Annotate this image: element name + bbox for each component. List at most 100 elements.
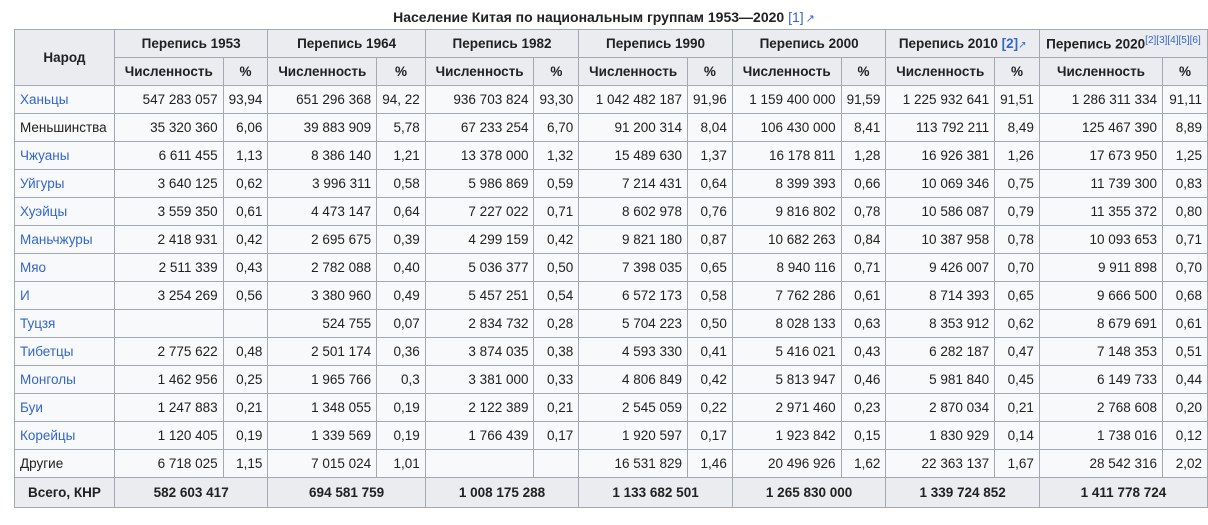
percent-cell: 0,56 xyxy=(222,281,269,310)
header-census-2020: Перепись 2020[2][3][4][5][6] xyxy=(1038,29,1208,58)
row-name-cell: Буи xyxy=(14,393,115,422)
count-cell: 17 673 950 xyxy=(1038,141,1164,170)
header-count: Численность xyxy=(1038,57,1164,86)
header-percent: % xyxy=(687,57,733,86)
table-row: Маньчжуры 2 418 931 0,42 2 695 675 0,39 4 299… xyxy=(14,225,1208,254)
people-link[interactable]: Маньчжуры xyxy=(20,232,93,247)
count-cell: 2 695 675 xyxy=(267,225,378,254)
count-cell xyxy=(113,309,224,338)
total-value-cell: 1 133 682 501 xyxy=(578,477,733,508)
count-cell: 10 586 087 xyxy=(885,197,996,226)
count-cell: 7 762 286 xyxy=(731,281,842,310)
percent-cell: 0,80 xyxy=(1162,197,1208,226)
people-link[interactable]: И xyxy=(20,288,30,303)
count-cell: 524 755 xyxy=(267,309,378,338)
caption-ref-link[interactable]: [1] xyxy=(788,9,804,25)
count-cell: 11 355 372 xyxy=(1038,197,1164,226)
count-cell: 16 531 829 xyxy=(578,449,689,478)
people-link[interactable]: Чжуаны xyxy=(20,148,69,163)
percent-cell: 8,89 xyxy=(1162,113,1208,142)
percent-cell: 91,96 xyxy=(687,85,733,114)
percent-cell: 0,28 xyxy=(533,309,580,338)
percent-cell: 0,64 xyxy=(687,169,733,198)
total-label: Всего, КНР xyxy=(14,477,115,508)
header-census-2000: Перепись 2000 xyxy=(731,29,887,58)
table-row: Монголы 1 462 956 0,25 1 965 766 0,3 3 381 00… xyxy=(14,365,1208,394)
header-count: Численность xyxy=(885,57,996,86)
header-percent: % xyxy=(840,57,887,86)
count-cell: 7 214 431 xyxy=(578,169,689,198)
header-percent: % xyxy=(533,57,580,86)
count-cell: 1 339 569 xyxy=(267,421,378,450)
count-cell: 13 378 000 xyxy=(424,141,535,170)
percent-cell: 0,33 xyxy=(533,365,580,394)
table-row: Уйгуры 3 640 125 0,62 3 996 311 0,58 5 986 86… xyxy=(14,169,1208,198)
people-link[interactable]: Тибетцы xyxy=(20,344,73,359)
percent-cell: 1,62 xyxy=(840,449,887,478)
percent-cell: 0,71 xyxy=(533,197,580,226)
row-name-cell: Мяо xyxy=(14,253,115,282)
percent-cell: 6,06 xyxy=(222,113,269,142)
percent-cell: 0,12 xyxy=(1162,421,1208,450)
row-name-cell: Уйгуры xyxy=(14,169,115,198)
census-2010-ref-link[interactable]: [2] xyxy=(1002,36,1019,51)
percent-cell: 0,64 xyxy=(376,197,426,226)
people-link[interactable]: Буи xyxy=(20,400,43,415)
people-link[interactable]: Мяо xyxy=(20,260,46,275)
percent-cell: 0,40 xyxy=(376,253,426,282)
count-cell: 35 320 360 xyxy=(113,113,224,142)
percent-cell: 1,32 xyxy=(533,141,580,170)
percent-cell: 0,50 xyxy=(687,309,733,338)
count-cell: 10 387 958 xyxy=(885,225,996,254)
header-census-1953: Перепись 1953 xyxy=(113,29,269,58)
percent-cell: 0,63 xyxy=(840,309,887,338)
header-percent: % xyxy=(222,57,269,86)
census-2020-ref-links[interactable]: [2][3][4][5][6] xyxy=(1145,35,1201,46)
people-label: Другие xyxy=(20,456,64,471)
row-name-cell: Маньчжуры xyxy=(14,225,115,254)
people-link[interactable]: Туцзя xyxy=(20,316,55,331)
count-cell: 1 923 842 xyxy=(731,421,842,450)
count-cell: 22 363 137 xyxy=(885,449,996,478)
people-link[interactable]: Корейцы xyxy=(20,428,75,443)
header-count: Численность xyxy=(424,57,535,86)
table-row: Меньшинства 35 320 360 6,06 39 883 909 5,78 6… xyxy=(14,113,1208,142)
percent-cell: 1,37 xyxy=(687,141,733,170)
percent-cell: 0,58 xyxy=(687,281,733,310)
percent-cell: 1,67 xyxy=(994,449,1040,478)
percent-cell: 0,42 xyxy=(533,225,580,254)
header-row-columns: Численность% Численность% Численность% Числ… xyxy=(15,57,1208,86)
population-table: Народ Перепись 1953 Перепись 1964 Перепи… xyxy=(14,29,1208,508)
count-cell: 7 227 022 xyxy=(424,197,535,226)
percent-cell: 0,83 xyxy=(1162,169,1208,198)
percent-cell: 1,26 xyxy=(994,141,1040,170)
count-cell: 4 806 849 xyxy=(578,365,689,394)
count-cell: 5 981 840 xyxy=(885,365,996,394)
count-cell: 6 611 455 xyxy=(113,141,224,170)
people-link[interactable]: Уйгуры xyxy=(20,176,64,191)
row-name-cell: Меньшинства xyxy=(14,113,115,142)
percent-cell: 0,22 xyxy=(687,393,733,422)
count-cell: 5 457 251 xyxy=(424,281,535,310)
count-cell: 5 813 947 xyxy=(731,365,842,394)
count-cell: 91 200 314 xyxy=(578,113,689,142)
count-cell: 10 682 263 xyxy=(731,225,842,254)
count-cell: 2 501 174 xyxy=(267,337,378,366)
percent-cell: 0,38 xyxy=(533,337,580,366)
table-row: Корейцы 1 120 405 0,19 1 339 569 0,19 1 766 4… xyxy=(14,421,1208,450)
table-row: Мяо 2 511 339 0,43 2 782 088 0,40 5 036 377 0,… xyxy=(14,253,1208,282)
count-cell: 936 703 824 xyxy=(424,85,535,114)
people-link[interactable]: Ханьцы xyxy=(20,92,68,107)
people-link[interactable]: Монголы xyxy=(20,372,76,387)
count-cell: 2 122 389 xyxy=(424,393,535,422)
people-link[interactable]: Хуэйцы xyxy=(20,204,67,219)
table-caption: Население Китая по национальным группам … xyxy=(0,8,1208,28)
total-value-cell: 1 411 778 724 xyxy=(1038,477,1208,508)
percent-cell: 1,01 xyxy=(376,449,426,478)
header-count: Численность xyxy=(731,57,842,86)
percent-cell: 0,61 xyxy=(840,281,887,310)
row-name-cell: Тибетцы xyxy=(14,337,115,366)
count-cell: 1 920 597 xyxy=(578,421,689,450)
count-cell: 3 381 000 xyxy=(424,365,535,394)
percent-cell xyxy=(533,449,580,478)
